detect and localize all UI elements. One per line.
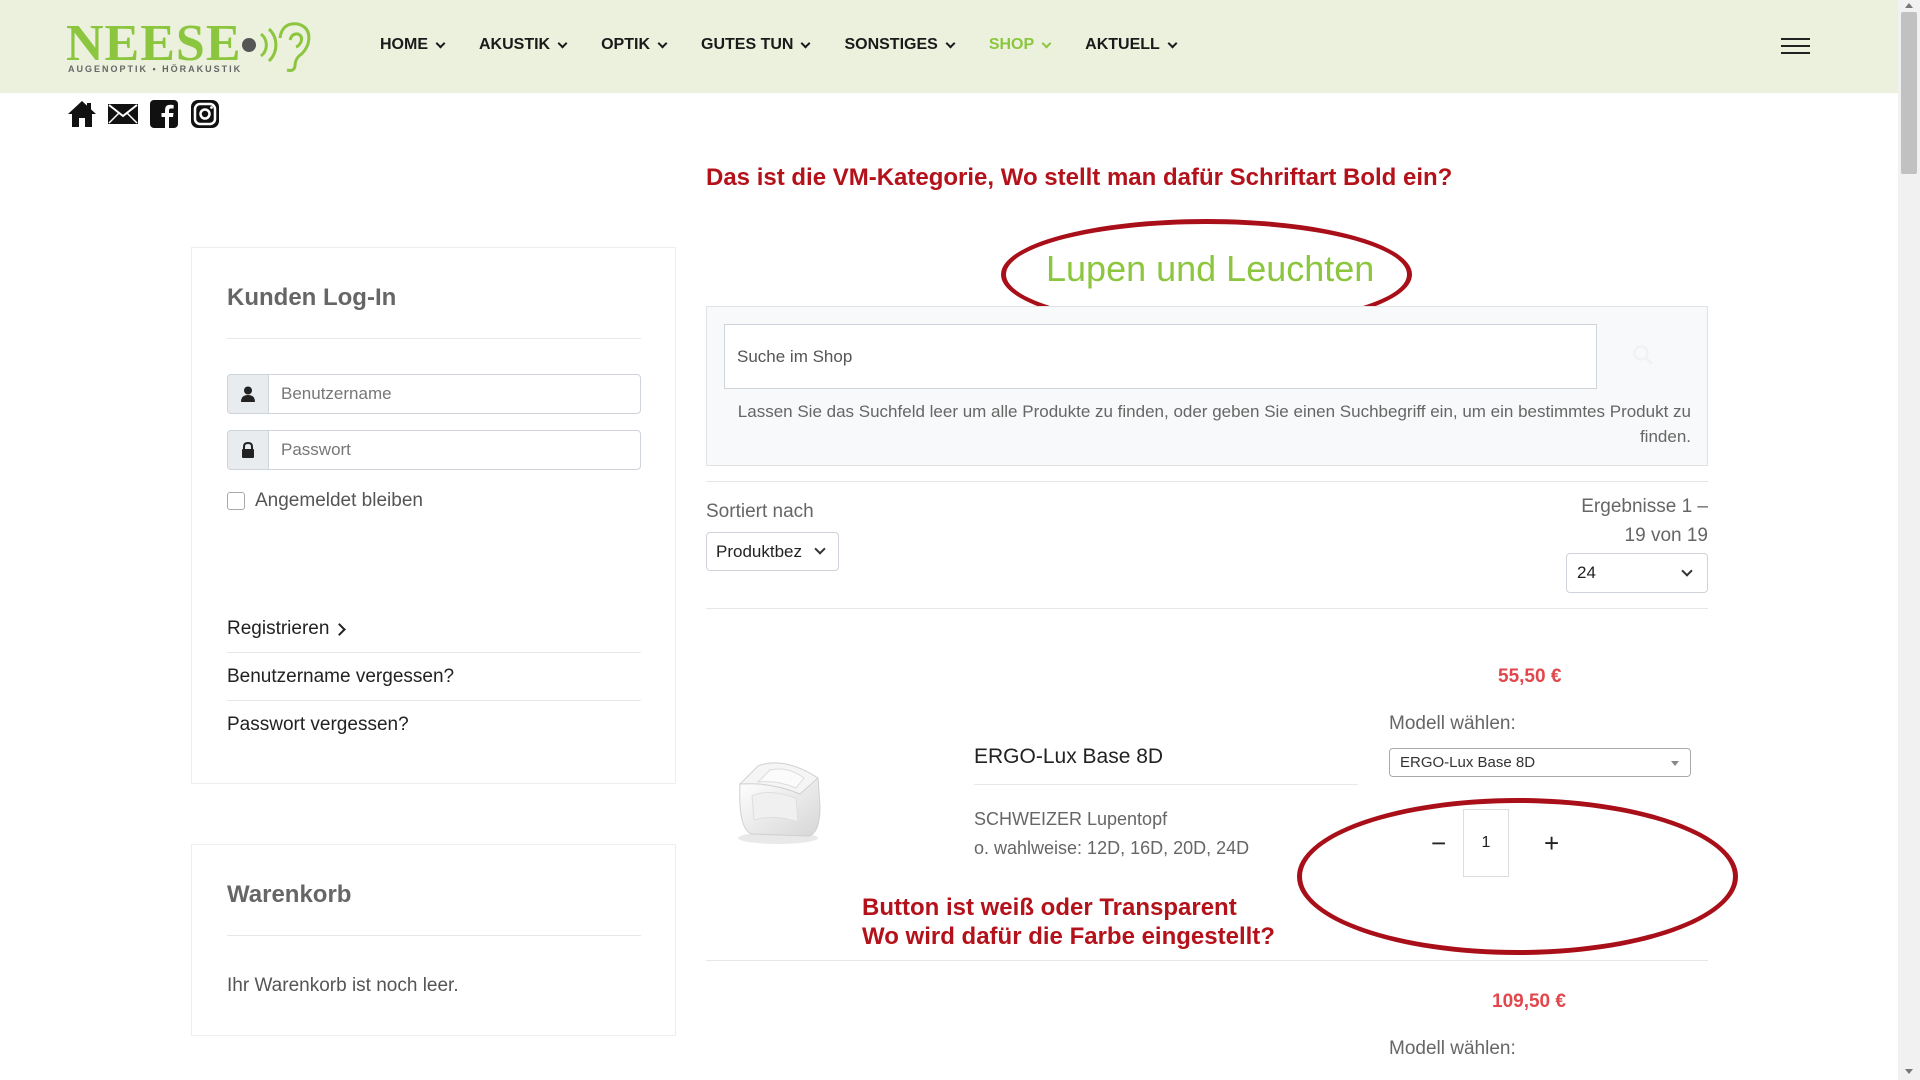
username-input[interactable] xyxy=(268,374,641,414)
password-group xyxy=(227,430,641,470)
modell-label: Modell wählen: xyxy=(1389,1038,1516,1059)
forgot-username-link[interactable]: Benutzername vergessen? xyxy=(227,666,454,688)
sort-label: Sortiert nach xyxy=(706,501,814,522)
modell-label: Modell wählen: xyxy=(1389,713,1516,734)
divider xyxy=(974,784,1358,785)
menu-toggle-icon[interactable] xyxy=(1781,38,1810,58)
chevron-down-icon xyxy=(557,38,568,48)
main-nav: HOME AKUSTIK OPTIK GUTES TUN SONSTIGES S… xyxy=(380,36,1211,54)
chevron-down-icon xyxy=(657,38,668,48)
divider xyxy=(227,935,641,936)
forgot-password-link[interactable]: Passwort vergessen? xyxy=(227,714,409,736)
login-title: Kunden Log-In xyxy=(227,284,397,311)
modell-select[interactable]: ERGO-Lux Base 8D xyxy=(1389,748,1691,777)
scroll-down-icon[interactable] xyxy=(1905,1069,1913,1074)
facebook-icon[interactable] xyxy=(148,98,180,130)
remember-label: Angemeldet bleiben xyxy=(255,490,423,511)
nav-item-akustik[interactable]: AKUSTIK xyxy=(479,36,568,54)
site-logo[interactable]: NEESE AUGENOPTIK • HÖRAKUSTIK xyxy=(66,16,316,78)
sort-select[interactable]: Produktbez xyxy=(706,532,839,571)
quantity-stepper: − + xyxy=(1411,809,1611,877)
chevron-down-icon xyxy=(1041,38,1052,48)
product-price: 109,50 € xyxy=(1492,991,1566,1012)
user-icon xyxy=(227,374,268,414)
logo-tagline: AUGENOPTIK • HÖRAKUSTIK xyxy=(68,64,243,74)
quantity-plus-button[interactable]: + xyxy=(1544,830,1559,856)
divider xyxy=(706,608,1708,609)
divider xyxy=(227,652,641,653)
cart-module: Warenkorb Ihr Warenkorb ist noch leer. xyxy=(191,844,676,1036)
quantity-minus-button[interactable]: − xyxy=(1431,830,1446,856)
register-link[interactable]: Registrieren xyxy=(227,618,347,640)
home-icon[interactable] xyxy=(66,98,98,130)
dropdown-arrow-icon xyxy=(1671,761,1679,766)
scroll-up-icon[interactable] xyxy=(1905,3,1913,8)
password-input[interactable] xyxy=(268,430,641,470)
chevron-down-icon xyxy=(801,38,811,48)
chevron-down-icon xyxy=(1681,564,1693,577)
cart-empty-text: Ihr Warenkorb ist noch leer. xyxy=(227,975,459,996)
chevron-down-icon xyxy=(1167,38,1178,48)
ear-icon xyxy=(242,22,311,72)
divider xyxy=(227,338,641,339)
site-header: NEESE AUGENOPTIK • HÖRAKUSTIK HOME AKUST… xyxy=(0,0,1898,93)
mail-icon[interactable] xyxy=(107,98,139,130)
nav-item-sonstiges[interactable]: SONSTIGES xyxy=(844,36,956,54)
remember-me[interactable]: Angemeldet bleiben xyxy=(227,490,423,512)
per-page-select[interactable]: 24 xyxy=(1566,553,1708,593)
results-count: Ergebnisse 1 – 19 von 19 xyxy=(1581,496,1708,546)
instagram-icon[interactable] xyxy=(189,98,221,130)
nav-item-aktuell[interactable]: AKTUELL xyxy=(1085,36,1178,54)
login-module: Kunden Log-In Angemeldet bleiben Registr… xyxy=(191,247,676,784)
divider xyxy=(706,481,1708,482)
lock-icon xyxy=(227,430,268,470)
nav-item-home[interactable]: HOME xyxy=(380,36,446,54)
username-group xyxy=(227,374,641,414)
divider xyxy=(706,960,1708,961)
nav-item-optik[interactable]: OPTIK xyxy=(601,36,668,54)
product-description: SCHWEIZER Lupentopf o. wahlweise: 12D, 1… xyxy=(974,809,1250,858)
search-input[interactable] xyxy=(724,324,1597,389)
chevron-down-icon xyxy=(435,38,446,48)
product-price: 55,50 € xyxy=(1498,666,1562,687)
search-icon[interactable] xyxy=(1631,343,1655,367)
annotation-question-button-color: Button ist weiß oder Transparent Wo wird… xyxy=(862,894,1275,950)
scrollbar-thumb[interactable] xyxy=(1901,12,1917,174)
social-links xyxy=(66,98,221,130)
remember-checkbox[interactable] xyxy=(227,492,245,510)
cart-title: Warenkorb xyxy=(227,881,352,908)
chevron-down-icon xyxy=(945,38,956,48)
nav-item-gutes-tun[interactable]: GUTES TUN xyxy=(701,36,811,54)
page-scrollbar[interactable] xyxy=(1898,0,1920,1080)
chevron-right-icon xyxy=(333,622,347,636)
nav-item-shop[interactable]: SHOP xyxy=(989,36,1052,54)
product-image[interactable] xyxy=(724,744,830,848)
divider xyxy=(227,700,641,701)
search-hint: Lassen Sie das Suchfeld leer um alle Pro… xyxy=(737,402,1691,446)
category-title: Lupen und Leuchten xyxy=(1046,248,1375,289)
search-box: Lassen Sie das Suchfeld leer um alle Pro… xyxy=(706,306,1708,466)
product-name[interactable]: ERGO-Lux Base 8D xyxy=(974,745,1163,769)
annotation-question-bold: Das ist die VM-Kategorie, Wo stellt man … xyxy=(706,164,1453,191)
quantity-input[interactable] xyxy=(1463,809,1509,877)
chevron-down-icon xyxy=(814,543,826,555)
